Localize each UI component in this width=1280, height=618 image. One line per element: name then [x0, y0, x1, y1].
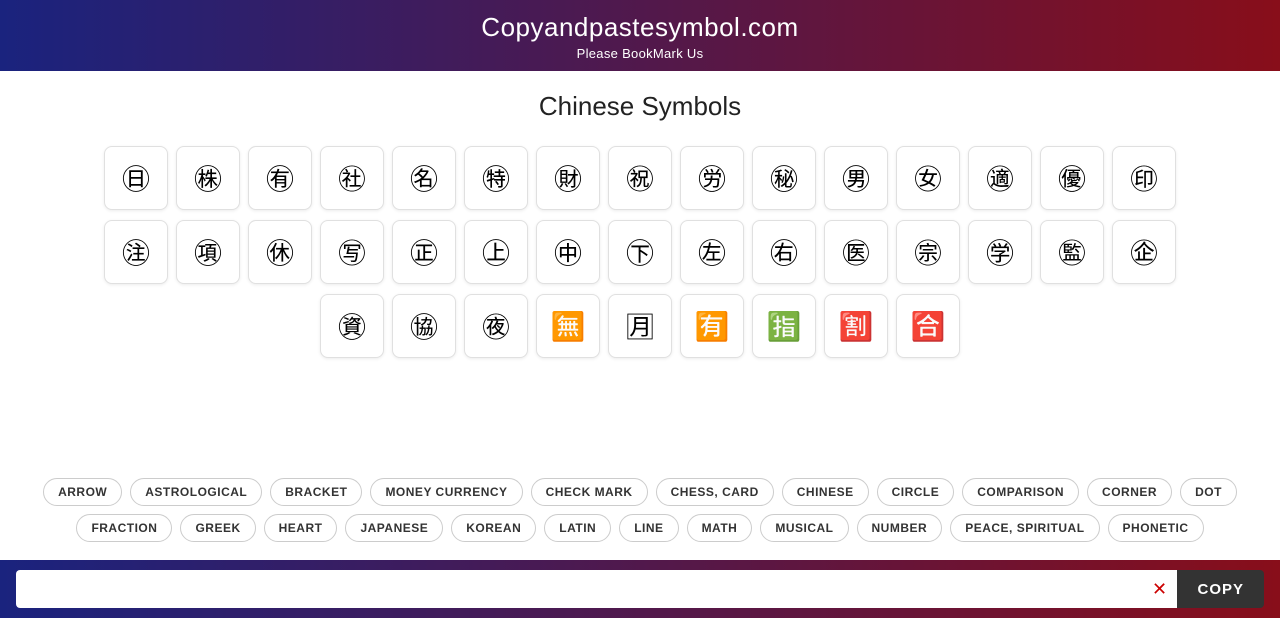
symbol-btn[interactable]: ㊞	[1112, 146, 1176, 210]
copy-input[interactable]	[16, 570, 1141, 608]
category-korean[interactable]: KOREAN	[451, 514, 536, 542]
symbol-btn[interactable]: ㊡	[248, 220, 312, 284]
category-latin[interactable]: LATIN	[544, 514, 611, 542]
main-content: Chinese Symbols ㊐ ㊑ ㊒ ㊓ ㊔ ㊕ ㊖ ㊗ ㊘ ㊙ ㊚ ㊛ …	[0, 71, 1280, 478]
category-comparison[interactable]: COMPARISON	[962, 478, 1079, 506]
category-fraction[interactable]: FRACTION	[76, 514, 172, 542]
copy-button[interactable]: COPY	[1177, 570, 1264, 608]
symbol-btn[interactable]: ㊗	[608, 146, 672, 210]
symbol-btn[interactable]: ㊘	[680, 146, 744, 210]
symbol-btn[interactable]: ㊖	[536, 146, 600, 210]
symbol-btn[interactable]: ㊠	[176, 220, 240, 284]
bottom-bar: ✕ COPY	[0, 560, 1280, 618]
category-chinese[interactable]: CHINESE	[782, 478, 869, 506]
symbol-btn[interactable]: 🈷	[608, 294, 672, 358]
category-musical[interactable]: MUSICAL	[760, 514, 848, 542]
category-row-2: FRACTION GREEK HEART JAPANESE KOREAN LAT…	[40, 514, 1240, 542]
symbol-btn[interactable]: 🈯	[752, 294, 816, 358]
category-bracket[interactable]: BRACKET	[270, 478, 362, 506]
symbol-btn[interactable]: ㊤	[464, 220, 528, 284]
symbol-row-2: ㊟ ㊠ ㊡ ㊢ ㊣ ㊤ ㊥ ㊦ ㊧ ㊨ ㊩ ㊪ ㊫ ㊬ ㊭	[104, 220, 1176, 284]
symbol-btn[interactable]: ㊐	[104, 146, 168, 210]
category-corner[interactable]: CORNER	[1087, 478, 1172, 506]
category-chess-card[interactable]: CHESS, CARD	[656, 478, 774, 506]
page-title: Chinese Symbols	[40, 91, 1240, 122]
symbol-row-3: ㊮ ㊯ ㊰ 🈚 🈷 🈶 🈯 🈹 🈴	[320, 294, 960, 358]
symbol-btn[interactable]: 🈚	[536, 294, 600, 358]
symbol-row-1: ㊐ ㊑ ㊒ ㊓ ㊔ ㊕ ㊖ ㊗ ㊘ ㊙ ㊚ ㊛ ㊜ ㊝ ㊞	[104, 146, 1176, 210]
category-check-mark[interactable]: CHECK MARK	[531, 478, 648, 506]
symbol-btn[interactable]: ㊥	[536, 220, 600, 284]
symbol-btn[interactable]: ㊙	[752, 146, 816, 210]
symbol-btn[interactable]: ㊛	[896, 146, 960, 210]
categories-section: ARROW ASTROLOGICAL BRACKET MONEY CURRENC…	[0, 478, 1280, 560]
category-number[interactable]: NUMBER	[857, 514, 943, 542]
symbol-btn[interactable]: ㊒	[248, 146, 312, 210]
category-japanese[interactable]: JAPANESE	[345, 514, 443, 542]
category-peace-spiritual[interactable]: PEACE, SPIRITUAL	[950, 514, 1099, 542]
symbol-btn[interactable]: ㊰	[464, 294, 528, 358]
symbol-btn[interactable]: ㊟	[104, 220, 168, 284]
category-money-currency[interactable]: MONEY CURRENCY	[370, 478, 522, 506]
symbol-btn[interactable]: ㊣	[392, 220, 456, 284]
category-row-1: ARROW ASTROLOGICAL BRACKET MONEY CURRENC…	[40, 478, 1240, 506]
symbol-btn[interactable]: ㊢	[320, 220, 384, 284]
site-subtitle: Please BookMark Us	[0, 46, 1280, 61]
symbol-btn[interactable]: ㊕	[464, 146, 528, 210]
category-astrological[interactable]: ASTROLOGICAL	[130, 478, 262, 506]
category-math[interactable]: MATH	[687, 514, 753, 542]
category-line[interactable]: LINE	[619, 514, 678, 542]
symbol-btn[interactable]: ㊩	[824, 220, 888, 284]
symbol-btn[interactable]: ㊯	[392, 294, 456, 358]
category-phonetic[interactable]: PHONETIC	[1108, 514, 1204, 542]
symbol-btn[interactable]: ㊚	[824, 146, 888, 210]
symbol-btn[interactable]: ㊝	[1040, 146, 1104, 210]
symbol-btn[interactable]: ㊭	[1112, 220, 1176, 284]
symbol-btn[interactable]: ㊪	[896, 220, 960, 284]
category-circle[interactable]: CIRCLE	[877, 478, 955, 506]
symbol-btn[interactable]: ㊓	[320, 146, 384, 210]
site-title: Copyandpastesymbol.com	[0, 12, 1280, 43]
symbol-btn[interactable]: ㊑	[176, 146, 240, 210]
category-arrow[interactable]: ARROW	[43, 478, 122, 506]
symbol-btn[interactable]: ㊮	[320, 294, 384, 358]
symbol-btn[interactable]: ㊫	[968, 220, 1032, 284]
symbol-btn[interactable]: 🈶	[680, 294, 744, 358]
category-greek[interactable]: GREEK	[180, 514, 255, 542]
symbol-btn[interactable]: 🈹	[824, 294, 888, 358]
symbol-btn[interactable]: ㊬	[1040, 220, 1104, 284]
symbol-btn[interactable]: ㊧	[680, 220, 744, 284]
symbol-btn[interactable]: ㊦	[608, 220, 672, 284]
symbol-btn[interactable]: ㊔	[392, 146, 456, 210]
category-dot[interactable]: DOT	[1180, 478, 1237, 506]
category-heart[interactable]: HEART	[264, 514, 338, 542]
symbol-btn[interactable]: ㊨	[752, 220, 816, 284]
symbol-btn[interactable]: 🈴	[896, 294, 960, 358]
symbol-grid: ㊐ ㊑ ㊒ ㊓ ㊔ ㊕ ㊖ ㊗ ㊘ ㊙ ㊚ ㊛ ㊜ ㊝ ㊞ ㊟ ㊠ ㊡ ㊢ ㊣ …	[40, 146, 1240, 358]
site-header: Copyandpastesymbol.com Please BookMark U…	[0, 0, 1280, 71]
clear-button[interactable]: ✕	[1141, 570, 1177, 608]
symbol-btn[interactable]: ㊜	[968, 146, 1032, 210]
